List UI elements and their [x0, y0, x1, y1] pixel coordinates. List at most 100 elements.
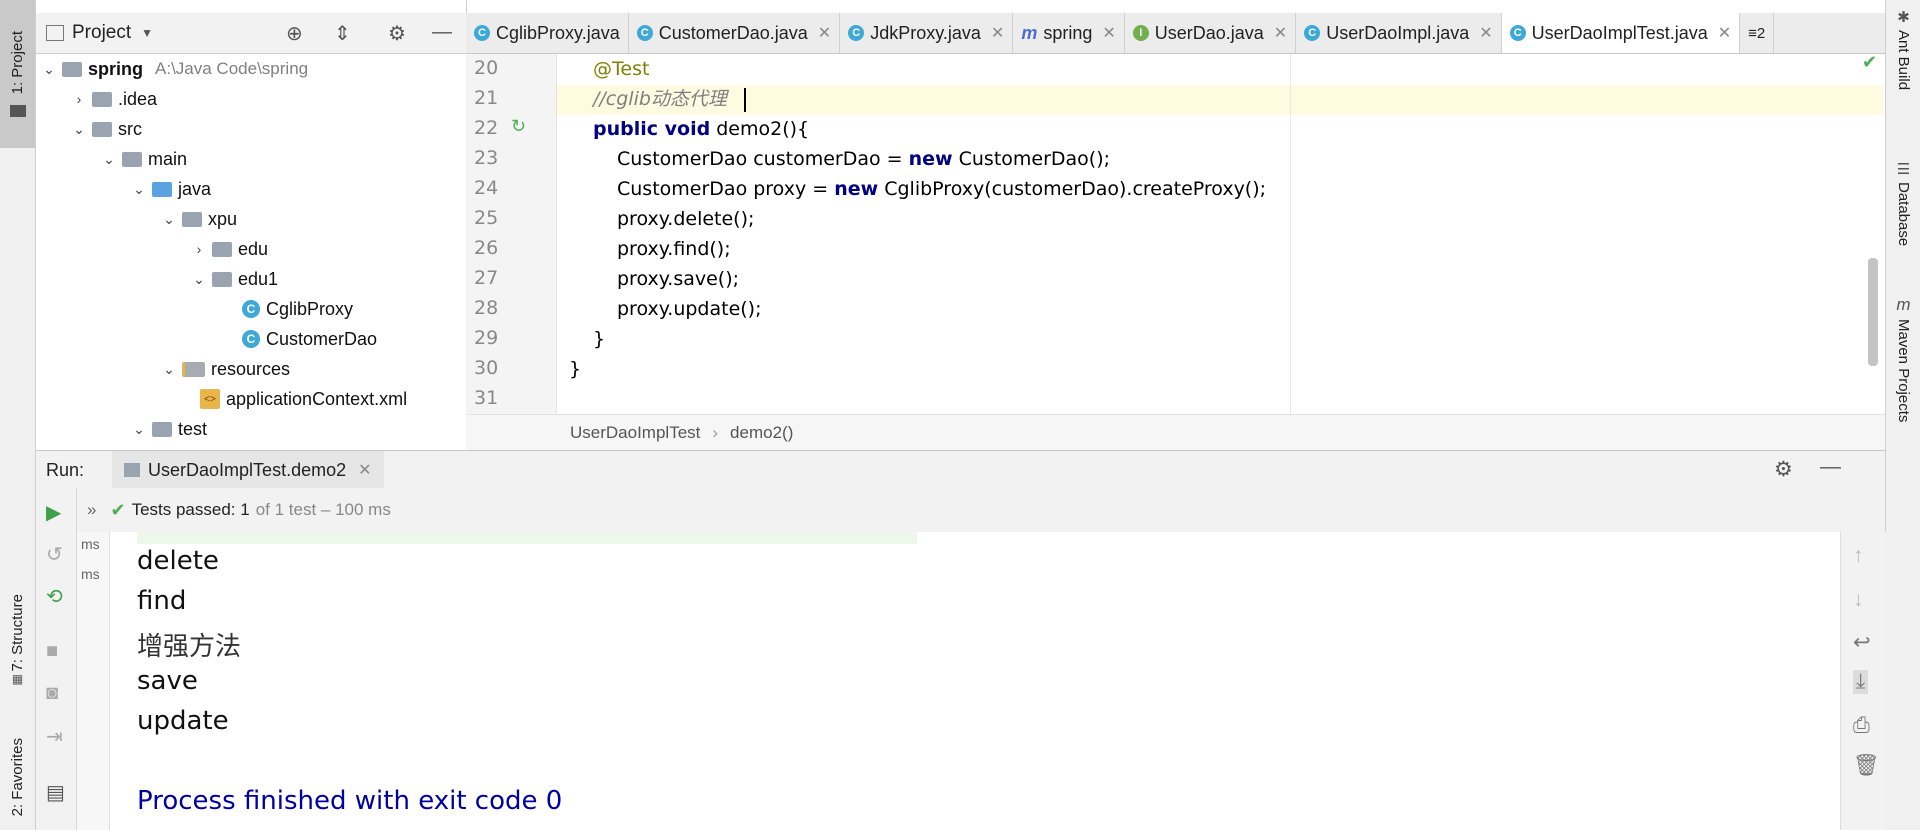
- chevron-down-icon[interactable]: ⌄: [130, 181, 148, 198]
- chevron-down-icon[interactable]: ⌄: [70, 121, 88, 138]
- tab-label: JdkProxy.java: [870, 22, 981, 43]
- arrow-down-icon[interactable]: ↓: [1853, 588, 1864, 612]
- tree-item-src[interactable]: ⌄ src: [70, 115, 142, 143]
- console-line: delete: [137, 546, 219, 576]
- tab-label: spring: [1043, 22, 1093, 43]
- package-icon: [182, 211, 202, 227]
- chevron-right-icon[interactable]: ›: [190, 241, 208, 257]
- code-line-30: }: [569, 358, 582, 380]
- left-tool-strip: 1: Project 7: Structure ▦ 2: Favorites: [0, 0, 36, 830]
- class-icon: C: [636, 25, 653, 41]
- tab-customerdao[interactable]: C CustomerDao.java ✕: [629, 13, 841, 53]
- close-icon[interactable]: ✕: [818, 23, 831, 43]
- close-icon[interactable]: ✕: [991, 23, 1004, 43]
- tree-item-applicationcontext[interactable]: <> applicationContext.xml: [196, 385, 407, 413]
- tree-item-spring[interactable]: ⌄ spring A:\Java Code\spring: [40, 55, 308, 83]
- chevron-down-icon[interactable]: ⌄: [40, 61, 58, 78]
- check-icon: ✔: [110, 499, 126, 520]
- stop-icon[interactable]: ■: [46, 640, 58, 663]
- maven-icon: m: [1021, 22, 1038, 43]
- tree-item-customerdao[interactable]: C CustomerDao: [238, 325, 377, 353]
- tree-item-idea[interactable]: › .idea: [70, 85, 157, 113]
- tool-tab-favorites[interactable]: 2: Favorites: [0, 725, 35, 830]
- tree-item-edu1[interactable]: ⌄ edu1: [190, 265, 278, 293]
- tab-cglibproxy[interactable]: C CglibProxy.java: [466, 13, 629, 53]
- chevron-down-icon[interactable]: ⌄: [130, 421, 148, 438]
- project-view-selector[interactable]: Project: [72, 22, 131, 44]
- line-number: 31: [474, 387, 499, 409]
- layout-icon[interactable]: ▤: [46, 780, 65, 805]
- console-line: save: [137, 666, 198, 696]
- locate-icon[interactable]: ⊕: [286, 21, 303, 46]
- tool-tab-ant-build-label: Ant Build: [1895, 30, 1912, 91]
- gear-icon[interactable]: ⚙: [1774, 457, 1793, 482]
- close-icon[interactable]: ✕: [1102, 23, 1115, 43]
- soft-wrap-icon[interactable]: ↩: [1853, 630, 1871, 655]
- chevron-down-icon[interactable]: ⌄: [160, 361, 178, 378]
- tab-spring[interactable]: m spring ✕: [1013, 13, 1125, 53]
- tab-userdaoimpl[interactable]: C UserDaoImpl.java ✕: [1296, 13, 1502, 53]
- close-icon[interactable]: ✕: [1718, 23, 1731, 43]
- tree-item-main[interactable]: ⌄ main: [100, 145, 187, 173]
- tree-label: java: [178, 178, 212, 199]
- hide-panel-icon[interactable]: —: [432, 21, 452, 44]
- close-icon[interactable]: ✕: [1274, 23, 1287, 43]
- editor-scrollbar[interactable]: [1868, 258, 1878, 366]
- print-icon[interactable]: ⎙: [1853, 714, 1870, 738]
- close-icon[interactable]: ✕: [1479, 23, 1492, 43]
- project-panel: Project ▼ ⊕ ⇕ ⚙ — ⌄ spring A:\Java Code\…: [36, 0, 467, 450]
- check-icon: ✔: [1862, 52, 1878, 72]
- code-text: demo2(){: [710, 118, 810, 140]
- export-icon[interactable]: ⇥: [46, 724, 63, 749]
- camera-icon[interactable]: ◙: [46, 682, 58, 705]
- console-output[interactable]: delete find 增强方法 save update Process fin…: [110, 532, 1840, 830]
- interface-icon: I: [1132, 25, 1149, 41]
- scroll-to-end-icon[interactable]: ⤓: [1853, 670, 1869, 694]
- tree-item-edu[interactable]: › edu: [190, 235, 268, 263]
- chevron-down-icon[interactable]: ⌄: [100, 151, 118, 168]
- tree-item-resources[interactable]: ⌄ resources: [160, 355, 290, 383]
- tool-tab-maven[interactable]: m Maven Projects: [1886, 295, 1920, 422]
- tree-item-java[interactable]: ⌄ java: [130, 175, 211, 203]
- tool-tab-project[interactable]: 1: Project: [0, 0, 35, 148]
- class-icon: C: [474, 25, 490, 41]
- tool-tab-structure[interactable]: 7: Structure ▦: [0, 575, 35, 705]
- run-test-icon[interactable]: ↻: [511, 116, 526, 137]
- trash-icon[interactable]: 🗑: [1853, 754, 1880, 778]
- tree-item-xpu[interactable]: ⌄ xpu: [160, 205, 237, 233]
- chevron-down-icon[interactable]: ⌄: [160, 211, 178, 228]
- tool-tab-ant-build[interactable]: ✱ Ant Build: [1886, 8, 1920, 90]
- chevron-down-icon[interactable]: ▼: [141, 26, 153, 40]
- code-editor[interactable]: @Test //cglib动态代理 public void demo2(){ C…: [557, 54, 1885, 414]
- console-line: 增强方法: [137, 632, 242, 662]
- folder-icon: [152, 421, 172, 437]
- line-number: 28: [474, 297, 499, 319]
- tab-overflow-button[interactable]: ≡2: [1740, 13, 1775, 53]
- gear-icon[interactable]: ⚙: [388, 21, 406, 46]
- tree-item-test[interactable]: ⌄ test: [130, 415, 207, 443]
- run-label: Run:: [46, 459, 85, 480]
- breadcrumb-method[interactable]: demo2(): [730, 423, 793, 443]
- arrow-up-icon[interactable]: ↑: [1853, 544, 1864, 568]
- tree-label: resources: [211, 358, 291, 379]
- chevron-down-icon[interactable]: ⌄: [190, 271, 208, 288]
- folder-icon: [122, 151, 142, 167]
- expand-icon[interactable]: »: [87, 500, 96, 520]
- close-icon[interactable]: ✕: [358, 460, 371, 480]
- collapse-all-icon[interactable]: ⇕: [334, 21, 351, 46]
- hide-panel-icon[interactable]: —: [1820, 455, 1841, 479]
- tab-userdaoimpltest[interactable]: C UserDaoImplTest.java ✕: [1501, 13, 1741, 53]
- chevron-right-icon[interactable]: ›: [70, 91, 88, 107]
- breadcrumb-class[interactable]: UserDaoImplTest: [570, 423, 700, 443]
- class-icon: C: [1509, 25, 1526, 41]
- tool-tab-database[interactable]: ☰ Database: [1886, 160, 1920, 246]
- tab-userdao[interactable]: I UserDao.java ✕: [1125, 13, 1297, 53]
- folder-icon: [92, 91, 112, 107]
- rerun-icon[interactable]: ▶: [46, 500, 61, 525]
- run-tab[interactable]: UserDaoImplTest.demo2 ✕: [112, 451, 384, 489]
- tab-jdkproxy[interactable]: C JdkProxy.java ✕: [840, 13, 1014, 53]
- tree-item-cglibproxy[interactable]: C CglibProxy: [238, 295, 353, 323]
- toggle-auto-test-icon[interactable]: ⟲: [46, 584, 63, 609]
- line-number: 21: [474, 87, 499, 109]
- rerun-failed-icon[interactable]: ↺: [46, 542, 63, 567]
